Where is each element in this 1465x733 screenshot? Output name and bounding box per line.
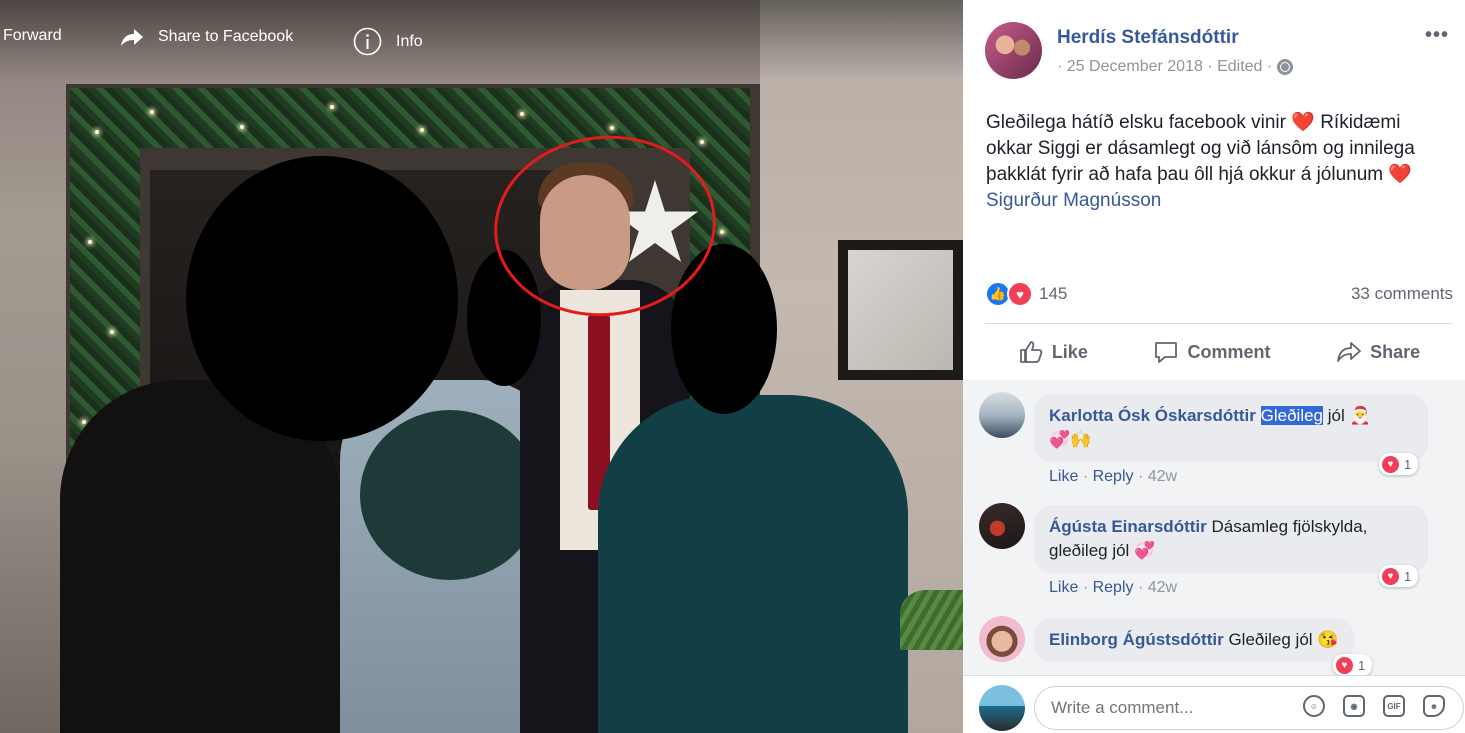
heart-emoji: ❤️ [1388,164,1413,185]
heart-reaction-icon: ♥ [1382,567,1399,585]
commenter-avatar[interactable] [979,503,1025,549]
comment-reply-link[interactable]: Reply [1093,468,1134,485]
gif-icon[interactable]: GIF [1383,695,1405,717]
comment-like-link[interactable]: Like [1049,579,1078,596]
post-actions: Like Comment Share [985,330,1453,374]
heart-emoji: ❤️ [1291,112,1315,133]
globe-icon[interactable] [1277,59,1294,75]
emoji-icon[interactable]: ☺ [1303,695,1325,717]
like-button[interactable]: Like [1018,330,1088,374]
person-right [598,395,908,733]
thumbs-up-icon [1019,341,1043,363]
comment-composer: ☺ ◉ GIF ☻ [963,675,1465,733]
comment-reaction-badge[interactable]: ♥ 1 [1379,453,1419,475]
commenter-name[interactable]: Ágústa Einarsdóttir [1049,517,1207,536]
comment-text: Dásamleg fjölskylda, [1211,517,1368,536]
reaction-count: 145 [1039,284,1068,303]
comment-text-emoji: 💞🙌 [1049,430,1092,449]
plant [900,590,963,650]
comment-reaction-count: 1 [1404,568,1412,584]
post-meta: · 25 December 2018 · Edited · [1057,58,1294,76]
comment-reaction-count: 1 [1358,657,1366,673]
composer-icons: ☺ ◉ GIF ☻ [1303,695,1445,717]
reactions-summary[interactable]: 👍 ♥ 145 [985,281,1067,307]
share-arrow-icon [1337,342,1362,362]
post-date[interactable]: · 25 December 2018 · Edited · [1057,58,1272,76]
share-button[interactable]: Share [1336,330,1420,374]
commenter-name[interactable]: Elinborg Ágústsdóttir [1049,630,1224,649]
photo-top-bar: Forward Share to Facebook Info [0,0,963,80]
like-label: Like [1051,341,1088,362]
divider [985,323,1453,324]
post-panel: Herdís Stefánsdóttir · 25 December 2018 … [963,0,1465,733]
author-name[interactable]: Herdís Stefánsdóttir [1057,27,1239,49]
comment-time[interactable]: 42w [1148,579,1177,596]
comment-like-link[interactable]: Like [1049,468,1078,485]
camera-icon[interactable]: ◉ [1343,695,1365,717]
comment-button[interactable]: Comment [1153,330,1271,374]
post-text-part1: Gleðilega hátíð elsku facebook vinir [986,112,1286,133]
love-reaction-icon: ♥ [1007,281,1033,307]
commenter-avatar[interactable] [979,616,1025,662]
comment-bubble-icon [1155,342,1178,363]
forward-label: Forward [3,27,62,44]
info-label: Info [396,32,423,50]
post-text: Gleðilega hátíð elsku facebook vinir ❤️ … [986,110,1446,214]
comment-time[interactable]: 42w [1148,468,1177,485]
comment-reaction-badge[interactable]: ♥ 1 [1333,654,1373,675]
child-dress [360,410,540,580]
share-label: Share [1370,341,1421,362]
comment-links: Like · Reply · 42w [1049,579,1178,596]
comments-list[interactable]: Karlotta Ósk Óskarsdóttir Gleðileg jól 🎅… [963,380,1465,675]
author-avatar[interactable] [985,22,1042,79]
face-redaction [186,156,458,441]
comment-text: jól 🎅 [1327,406,1371,425]
comment-reaction-count: 1 [1404,456,1412,472]
comment-count[interactable]: 33 comments [1351,284,1453,304]
heart-reaction-icon: ♥ [1382,455,1399,473]
comment-links: Like · Reply · 42w [1049,468,1178,485]
share-arrow-icon [120,27,144,47]
share-to-facebook-button[interactable]: Share to Facebook [120,27,293,47]
garland-top [70,88,750,148]
comment-reply-link[interactable]: Reply [1093,579,1134,596]
heart-reaction-icon: ♥ [1336,656,1353,674]
info-button[interactable]: Info [353,27,423,56]
comment-text-line2: gleðileg jól 💞 [1049,541,1156,560]
commenter-avatar[interactable] [979,392,1025,438]
share-to-facebook-label: Share to Facebook [158,28,294,45]
current-user-avatar[interactable] [979,685,1025,731]
sticker-icon[interactable]: ☻ [1423,695,1445,717]
photo-viewer[interactable]: Forward Share to Facebook Info [0,0,963,733]
comment-bubble: Elinborg Ágústsdóttir Gleðileg jól 😘 [1034,618,1355,662]
comment-label: Comment [1187,341,1271,362]
forward-button[interactable]: Forward [3,27,62,45]
comment-reaction-badge[interactable]: ♥ 1 [1379,565,1419,587]
more-options-icon[interactable]: ••• [1425,24,1449,47]
tagged-person-link[interactable]: Sigurður Magnússon [986,190,1161,211]
comment-text: Gleðileg jól 😘 [1228,630,1339,649]
commenter-name[interactable]: Karlotta Ósk Óskarsdóttir [1049,406,1256,425]
comment-bubble: Ágústa Einarsdóttir Dásamleg fjölskylda,… [1034,505,1428,573]
selected-text: Gleðileg [1260,406,1324,425]
info-icon [353,27,382,56]
wall-picture-frame [838,240,963,380]
comment-bubble: Karlotta Ósk Óskarsdóttir Gleðileg jól 🎅… [1034,394,1428,462]
